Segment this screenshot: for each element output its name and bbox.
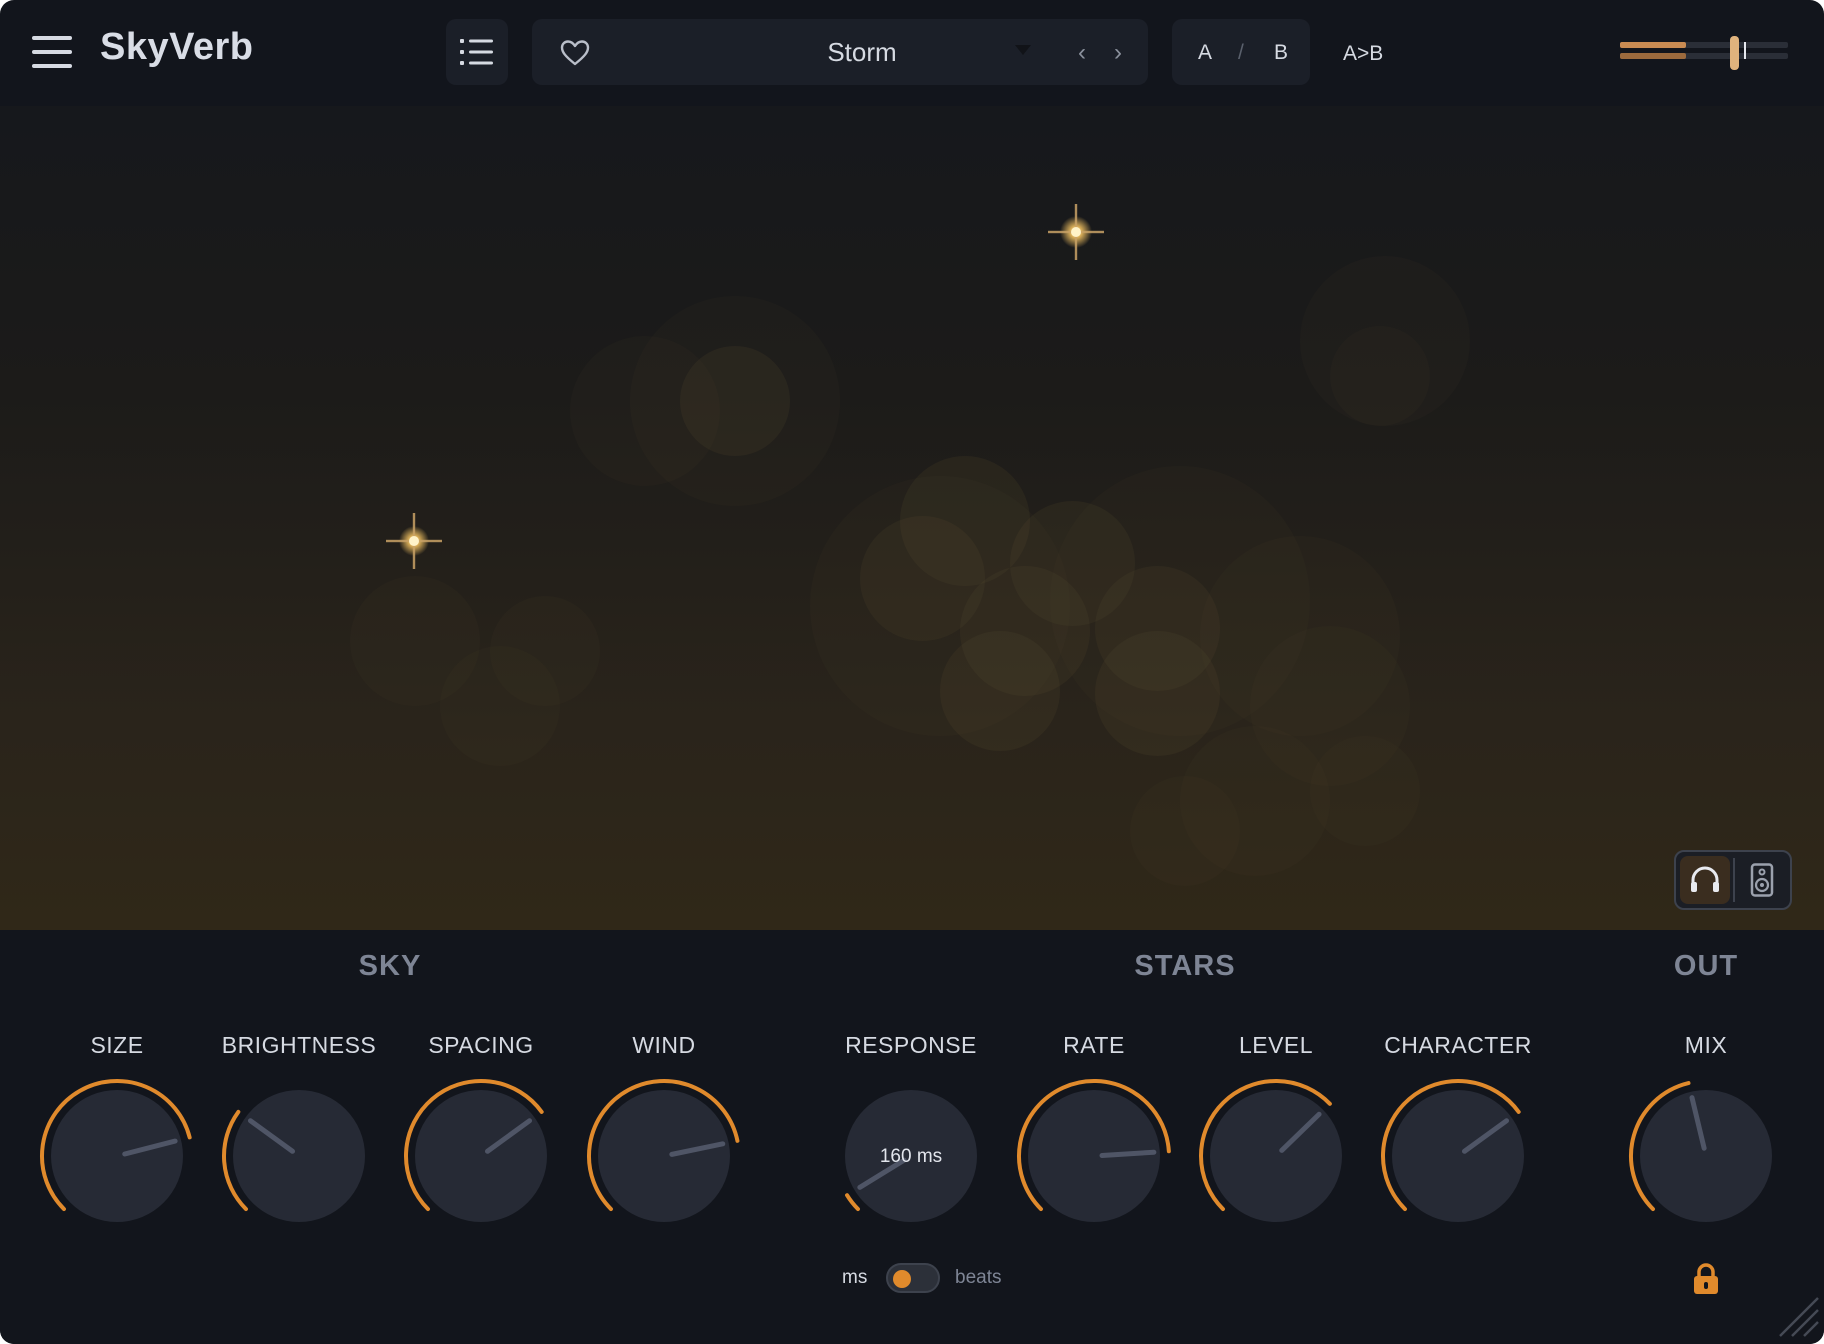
knob-body [1028,1090,1160,1222]
response-knob[interactable]: RESPONSE 160 ms [821,930,1001,1222]
knob-dial[interactable] [391,1076,571,1256]
knob-label: WIND [632,1032,696,1058]
knob-label: MIX [1684,1032,1728,1058]
knob-body [598,1090,730,1222]
particle [680,346,790,456]
knob-dial[interactable] [1368,1076,1548,1256]
ab-separator: / [1238,41,1244,64]
reverb-visualizer[interactable] [0,106,1824,930]
knob-label: SIZE [90,1032,144,1058]
unit-beats-label: beats [955,1267,1002,1288]
previous-preset-button[interactable]: ‹ [1078,39,1086,67]
heart-icon[interactable] [560,39,590,67]
preset-list-button[interactable] [446,19,508,85]
knob-dial[interactable] [27,1076,207,1256]
output-meter[interactable] [1618,36,1790,72]
particle [1310,736,1420,846]
knob-dial[interactable] [1616,1076,1796,1256]
knob-body [51,1090,183,1222]
lock-icon[interactable] [1692,1262,1720,1296]
ab-b-button[interactable]: B [1274,41,1288,65]
preset-name: Storm [827,37,897,67]
particle [1330,326,1430,426]
rate-knob[interactable]: RATE [1004,930,1184,1222]
knob-label: LEVEL [1238,1032,1314,1058]
knob-body [233,1090,365,1222]
next-preset-button[interactable]: › [1114,39,1122,67]
skyverb-plugin-window: SkyVerb Storm ‹ › A / B A>B SKY STARS OU… [0,0,1824,1344]
knob-label: CHARACTER [1384,1032,1532,1058]
particle [440,646,560,766]
monitor-mode-toggle [1674,850,1792,910]
knob-pointer [1099,1149,1157,1158]
knob-label: BRIGHTNESS [221,1032,377,1058]
knob-value-arc [845,1193,860,1212]
preset-selector[interactable]: Storm ‹ › [532,19,1148,85]
unit-toggle[interactable] [886,1263,940,1293]
brightness-knob[interactable]: BRIGHTNESS [209,930,389,1222]
resize-grip-icon[interactable] [1774,1292,1822,1340]
preset-list-icon [460,39,493,65]
particle [810,476,1070,736]
ab-compare: A / B [1172,19,1310,85]
level-knob[interactable]: LEVEL [1186,930,1366,1222]
speaker-icon [1750,863,1774,897]
wind-knob[interactable]: WIND [574,930,754,1222]
divider [1733,858,1735,902]
knob-dial[interactable] [209,1076,389,1256]
ab-copy-button[interactable]: A>B [1343,42,1383,66]
speaker-button[interactable] [1738,856,1786,904]
mix-knob[interactable]: MIX [1616,930,1796,1222]
spacing-knob[interactable]: SPACING [391,930,571,1222]
hamburger-menu-icon[interactable] [32,36,72,68]
knob-body [415,1090,547,1222]
particle [1130,776,1240,886]
knob-label: SPACING [428,1032,534,1058]
knob-label: RESPONSE [845,1032,977,1058]
headphones-icon [1691,866,1719,892]
knob-dial[interactable] [1004,1076,1184,1256]
star-particle[interactable] [384,511,444,571]
character-knob[interactable]: CHARACTER [1368,930,1548,1222]
app-title: SkyVerb [100,26,254,68]
top-bar: SkyVerb Storm ‹ › A / B A>B [0,0,1824,106]
star-particle[interactable] [1046,202,1106,262]
headphones-button[interactable] [1680,856,1730,904]
knob-body [1210,1090,1342,1222]
knob-label: RATE [1063,1032,1125,1058]
knob-body [1640,1090,1772,1222]
ab-a-button[interactable]: A [1198,41,1212,65]
toggle-thumb [893,1270,911,1288]
size-knob[interactable]: SIZE [27,930,207,1222]
response-value: 160 ms [879,1146,943,1167]
knob-dial[interactable] [574,1076,754,1256]
response-unit-switch: ms beats [838,1261,1018,1301]
controls-panel: SKY STARS OUT SIZE BRIGHTNESS SPACING WI… [0,930,1824,1344]
knob-dial[interactable] [1186,1076,1366,1256]
dropdown-caret-icon[interactable] [1014,43,1032,57]
unit-ms-label: ms [842,1267,868,1288]
knob-body [1392,1090,1524,1222]
